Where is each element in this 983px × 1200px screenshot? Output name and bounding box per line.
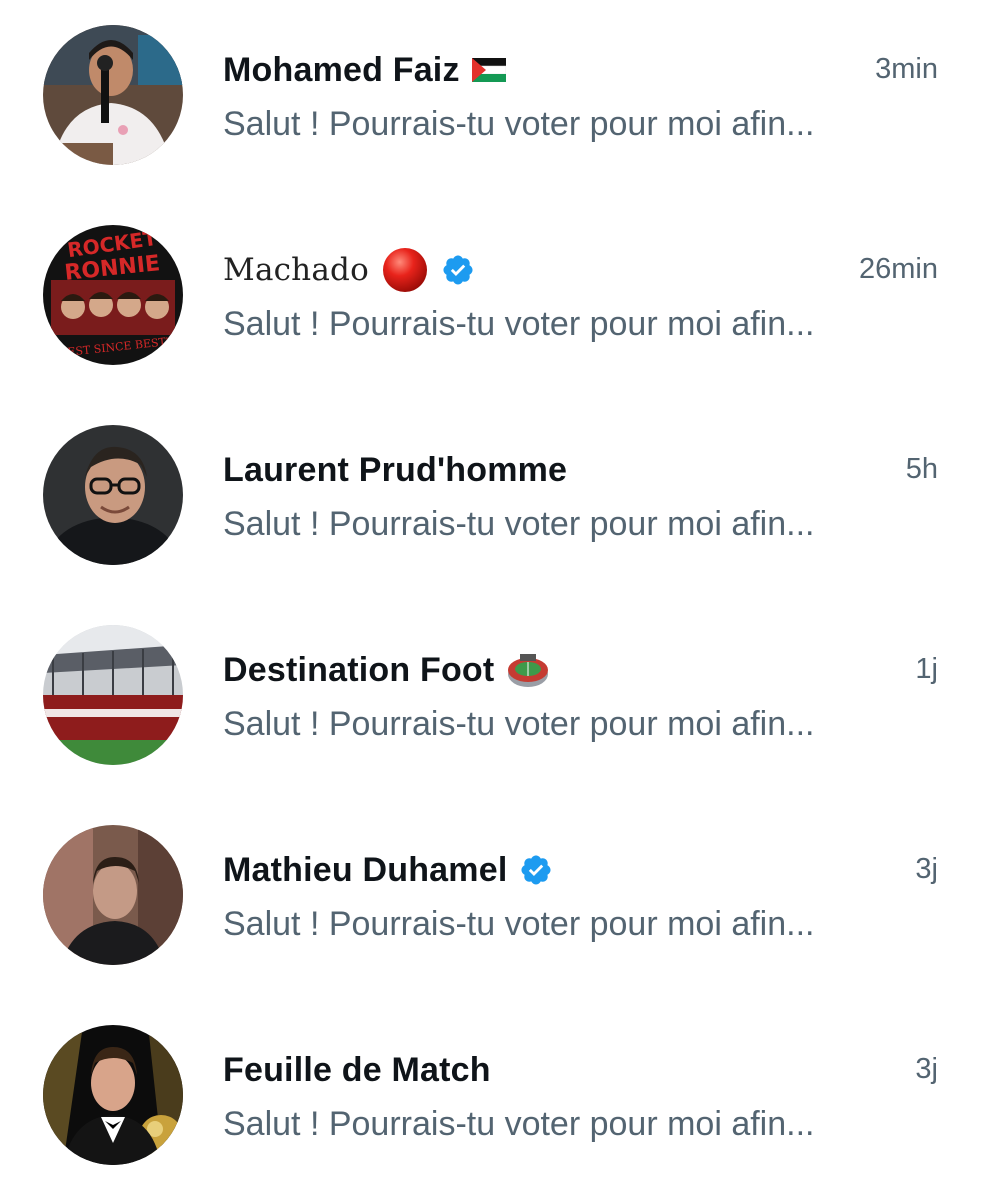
timestamp: 5h	[905, 453, 938, 485]
contact-name: Mohamed Faiz	[223, 50, 460, 89]
avatar[interactable]	[43, 1025, 183, 1165]
timestamp: 1j	[915, 653, 938, 685]
contact-name: Laurent Prud'homme	[223, 450, 568, 489]
palestine-flag-icon	[471, 57, 506, 83]
avatar[interactable]	[43, 425, 183, 565]
name-line: Mohamed Faiz	[223, 47, 506, 93]
timestamp: 3j	[915, 853, 938, 885]
name-line: Mathieu Duhamel	[223, 847, 553, 893]
timestamp: 3min	[875, 53, 938, 85]
avatar[interactable]	[43, 825, 183, 965]
verified-badge-icon	[441, 253, 475, 287]
avatar[interactable]: ROCKET RONNIE "BEST SINCE BEST"	[43, 225, 183, 365]
contact-name: Destination Foot	[223, 650, 495, 689]
name-line: Destination Foot	[223, 647, 550, 693]
contact-name: Mathieu Duhamel	[223, 850, 508, 889]
conversation-row-mohamed-faiz[interactable]: Mohamed Faiz 3min Salut ! Pourrais-tu vo…	[0, 0, 983, 200]
conversation-row-mathieu-duhamel[interactable]: Mathieu Duhamel 3j Salut ! Pourrais-tu v…	[0, 800, 983, 1000]
message-preview: Salut ! Pourrais-tu voter pour moi afin.…	[223, 1105, 815, 1143]
name-line: Machado	[223, 247, 475, 293]
message-preview: Salut ! Pourrais-tu voter pour moi afin.…	[223, 505, 815, 543]
name-line: Laurent Prud'homme	[223, 447, 567, 493]
timestamp: 26min	[859, 253, 938, 285]
message-preview: Salut ! Pourrais-tu voter pour moi afin.…	[223, 705, 815, 743]
avatar[interactable]	[43, 25, 183, 165]
conversation-list: Mohamed Faiz 3min Salut ! Pourrais-tu vo…	[0, 0, 983, 1200]
message-preview: Salut ! Pourrais-tu voter pour moi afin.…	[223, 305, 815, 343]
contact-name: Machado	[223, 252, 369, 288]
stadium-icon	[506, 650, 550, 690]
conversation-row-laurent-prudhomme[interactable]: Laurent Prud'homme 5h Salut ! Pourrais-t…	[0, 400, 983, 600]
contact-name: Feuille de Match	[223, 1050, 491, 1089]
verified-badge-icon	[519, 853, 553, 887]
name-line: Feuille de Match	[223, 1047, 491, 1093]
conversation-row-destination-foot[interactable]: Destination Foot 1j Salut ! Pourrais-tu …	[0, 600, 983, 800]
conversation-row-machado[interactable]: ROCKET RONNIE "BEST SINCE BEST" Machado	[0, 200, 983, 400]
timestamp: 3j	[915, 1053, 938, 1085]
message-preview: Salut ! Pourrais-tu voter pour moi afin.…	[223, 905, 815, 943]
message-preview: Salut ! Pourrais-tu voter pour moi afin.…	[223, 105, 815, 143]
red-circle-icon	[381, 246, 429, 294]
conversation-row-feuille-de-match[interactable]: Feuille de Match 3j Salut ! Pourrais-tu …	[0, 1000, 983, 1200]
avatar[interactable]	[43, 625, 183, 765]
